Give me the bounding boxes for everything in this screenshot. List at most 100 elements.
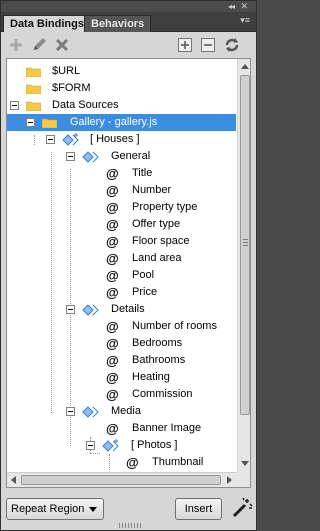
- tab-data-bindings[interactable]: Data Bindings: [3, 15, 91, 33]
- tree-item-bedrooms[interactable]: @ Bedrooms: [7, 335, 236, 352]
- tree-item-url[interactable]: $URL: [7, 63, 236, 80]
- tree-label: Land area: [132, 252, 182, 264]
- tree-label: $URL: [52, 65, 81, 77]
- scroll-left-icon[interactable]: [11, 476, 16, 484]
- tree-item-houses[interactable]: [ Houses ]: [7, 131, 236, 148]
- tree-item-number-of-rooms[interactable]: @ Number of rooms: [7, 318, 236, 335]
- tab-behaviors[interactable]: Behaviors: [84, 15, 152, 32]
- tree-item-pool[interactable]: @ Pool: [7, 267, 236, 284]
- folder-icon: [26, 67, 41, 77]
- tree-label: Number of rooms: [132, 320, 217, 332]
- add-icon[interactable]: [7, 36, 25, 54]
- grip-line: [243, 242, 248, 243]
- object-node-icon: [82, 304, 99, 316]
- field-at-icon: @: [106, 370, 119, 385]
- grip-line: [243, 239, 248, 240]
- tree-item-price[interactable]: @ Price: [7, 284, 236, 301]
- tree-label: Banner Image: [132, 422, 202, 434]
- field-at-icon: @: [106, 183, 119, 198]
- tree-item-offer-type[interactable]: @ Offer type: [7, 216, 236, 233]
- close-icon[interactable]: ✕: [240, 1, 248, 11]
- tree-item-photos[interactable]: [ Photos ]: [7, 437, 236, 454]
- scroll-corner: [237, 472, 250, 487]
- vertical-scrollbar[interactable]: [237, 59, 250, 472]
- collapse-toggle-icon[interactable]: [10, 101, 19, 110]
- tree-item-commission[interactable]: @ Commission: [7, 386, 236, 403]
- horizontal-scrollbar[interactable]: [7, 472, 237, 487]
- tree-label: General: [111, 150, 151, 162]
- refresh-icon[interactable]: [223, 36, 241, 54]
- bindings-tree[interactable]: $URL $FORM Data Sources Gallery - galler…: [6, 58, 251, 488]
- delete-icon[interactable]: [53, 36, 71, 54]
- tree-label: Bathrooms: [132, 354, 186, 366]
- collapse-all-icon[interactable]: [199, 36, 217, 54]
- tab-bar: Data Bindings Behaviors ▾≡: [1, 12, 256, 33]
- server-behavior-dropdown[interactable]: Repeat Region: [6, 498, 104, 520]
- tree-label: Property type: [132, 201, 198, 213]
- panel-title-strip: ◂◂ ✕: [1, 1, 256, 12]
- collapse-toggle-icon[interactable]: [26, 118, 35, 127]
- tree-item-form[interactable]: $FORM: [7, 80, 236, 97]
- object-node-icon: [82, 406, 99, 418]
- tree-label: Heating: [132, 371, 170, 383]
- tree-label: $FORM: [52, 82, 91, 94]
- collapse-toggle-icon[interactable]: [86, 441, 95, 450]
- tree-item-floor-space[interactable]: @ Floor space: [7, 233, 236, 250]
- data-bindings-panel: ◂◂ ✕ Data Bindings Behaviors ▾≡ $URL $FO…: [0, 0, 257, 531]
- tree-item-general[interactable]: General: [7, 148, 236, 165]
- scroll-up-icon[interactable]: [241, 64, 249, 69]
- tree-label: Gallery - gallery.js: [70, 116, 158, 128]
- field-at-icon: @: [106, 319, 119, 334]
- tree-item-thumbnail[interactable]: @ Thumbnail: [7, 454, 236, 471]
- field-at-icon: @: [106, 200, 119, 215]
- tree-item-banner-image[interactable]: @ Banner Image: [7, 420, 236, 437]
- tree-label: Commission: [132, 388, 193, 400]
- collapse-toggle-icon[interactable]: [46, 135, 55, 144]
- repeating-node-icon: [102, 439, 119, 452]
- tree-item-bathrooms[interactable]: @ Bathrooms: [7, 352, 236, 369]
- field-at-icon: @: [126, 455, 139, 470]
- chevron-down-icon: [89, 507, 97, 512]
- tree-item-heating[interactable]: @ Heating: [7, 369, 236, 386]
- scroll-down-icon[interactable]: [241, 461, 249, 466]
- tree-label: Media: [111, 405, 141, 417]
- resize-grip[interactable]: [119, 523, 141, 528]
- tree-item-property-type[interactable]: @ Property type: [7, 199, 236, 216]
- collapse-toggle-icon[interactable]: [66, 152, 75, 161]
- object-node-icon: [82, 151, 99, 163]
- expand-all-icon[interactable]: [176, 36, 194, 54]
- tree-item-number[interactable]: @ Number: [7, 182, 236, 199]
- horizontal-scroll-thumb[interactable]: [21, 475, 221, 485]
- panel-menu-icon[interactable]: ▾≡: [240, 15, 250, 26]
- grip-line: [243, 245, 248, 246]
- field-at-icon: @: [106, 421, 119, 436]
- magic-wand-icon[interactable]: [231, 497, 253, 519]
- pencil-icon[interactable]: [30, 36, 48, 54]
- tree-label: Data Sources: [52, 99, 119, 111]
- tree-label: Number: [132, 184, 172, 196]
- repeating-node-icon: [62, 133, 79, 146]
- tree-label: Thumbnail: [152, 456, 204, 468]
- tree-label: Pool: [132, 269, 155, 281]
- folder-open-icon: [42, 118, 57, 128]
- collapse-icon[interactable]: ◂◂: [228, 2, 235, 11]
- tree-item-gallery[interactable]: Gallery - gallery.js: [7, 114, 236, 131]
- field-at-icon: @: [106, 166, 119, 181]
- field-at-icon: @: [106, 285, 119, 300]
- scroll-right-icon[interactable]: [227, 476, 232, 484]
- folder-open-icon: [26, 101, 41, 111]
- tree-item-media[interactable]: Media: [7, 403, 236, 420]
- collapse-toggle-icon[interactable]: [66, 407, 75, 416]
- collapse-toggle-icon[interactable]: [66, 305, 75, 314]
- tree-item-title[interactable]: @ Title: [7, 165, 236, 182]
- field-at-icon: @: [106, 234, 119, 249]
- toolbar: [1, 32, 256, 58]
- folder-icon: [26, 84, 41, 94]
- tree-item-land-area[interactable]: @ Land area: [7, 250, 236, 267]
- field-at-icon: @: [106, 268, 119, 283]
- field-at-icon: @: [106, 353, 119, 368]
- vertical-scroll-thumb[interactable]: [240, 75, 250, 415]
- tree-item-data-sources[interactable]: Data Sources: [7, 97, 236, 114]
- tree-item-details[interactable]: Details: [7, 301, 236, 318]
- insert-button[interactable]: Insert: [175, 498, 222, 520]
